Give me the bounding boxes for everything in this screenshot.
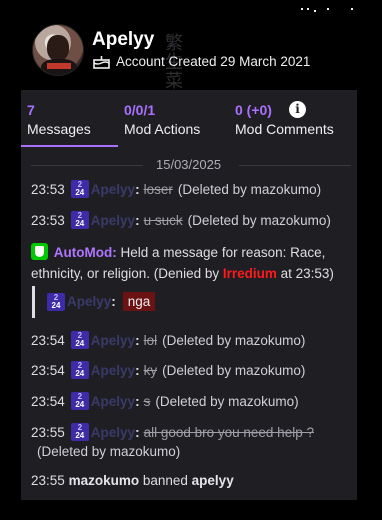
chat-message[interactable]: 23:53 2 24 Apelyy: u suck (Deleted by maz… — [31, 211, 331, 229]
chat-message[interactable]: 23:54 2 24 Apelyy: ky (Deleted by mazokum… — [31, 361, 305, 379]
deleted-message-text: all good bro you need help ? — [143, 424, 314, 440]
automod-message: AutoMod: Held a message for reason: Race… — [31, 242, 347, 284]
deleted-note: (Deleted by mazokumo) — [177, 181, 322, 197]
chat-message[interactable]: 23:54 2 24 Apelyy: s (Deleted by mazokumo… — [31, 392, 299, 410]
deleted-message-text: ky — [143, 362, 158, 378]
deleted-note: (Deleted by mazokumo) — [187, 212, 331, 228]
ban-notice: 23:55 mazokumo banned apelyy — [31, 473, 234, 488]
automod-shield-icon — [31, 243, 48, 260]
mod-comments-label: Mod Comments — [235, 121, 334, 137]
sub-badge-icon: 2 24 — [70, 331, 89, 349]
chat-message[interactable]: 23:55 2 24 Apelyy: all good bro you need … — [31, 423, 319, 441]
date-divider: 15/03/2025 — [31, 156, 351, 174]
sub-badge-icon: 2 24 — [70, 361, 89, 379]
date-label: 15/03/2025 — [156, 157, 222, 172]
corner-marks — [297, 8, 357, 14]
mod-comments-count: 0 (+0) — [235, 102, 272, 118]
message-username[interactable]: Apelyy — [91, 425, 135, 440]
messages-count: 7 — [27, 102, 35, 118]
message-username[interactable]: Apelyy — [91, 363, 135, 378]
chat-message[interactable]: 23:54 2 24 Apelyy: lol (Deleted by mazoku… — [31, 331, 305, 349]
deleted-message-text: lol — [143, 332, 158, 348]
held-message: 2 24 Apelyy: nga — [47, 292, 156, 311]
tab-messages[interactable]: 7 Messages — [21, 102, 118, 147]
automod-time-text: at 23:53) — [280, 266, 334, 281]
user-card: 繁 生 菜 王 是 石 Apelyy Account Created 29 Ma… — [0, 0, 382, 520]
sub-badge-icon: 2 24 — [47, 292, 65, 311]
ban-moderator[interactable]: mazokumo — [69, 473, 140, 488]
deleted-note: (Deleted by mazokumo) — [162, 332, 306, 348]
ban-target[interactable]: apelyy — [192, 473, 234, 488]
message-timestamp: 23:54 — [31, 393, 65, 409]
deleted-note: (Deleted by mazokumo) — [162, 362, 306, 378]
user-logs-panel: 7 Messages 0/0/1 Mod Actions 0 (+0) Mod … — [21, 90, 357, 500]
message-timestamp: 23:54 — [31, 332, 65, 348]
message-timestamp: 23:54 — [31, 362, 65, 378]
deleted-message-text: u suck — [143, 212, 183, 228]
stats-tabs: 7 Messages 0/0/1 Mod Actions 0 (+0) Mod … — [21, 90, 357, 147]
message-username[interactable]: Apelyy — [91, 213, 135, 228]
account-created-text: Account Created 29 March 2021 — [116, 54, 311, 69]
message-timestamp: 23:53 — [31, 181, 65, 197]
message-timestamp: 23:53 — [31, 212, 65, 228]
sub-badge-icon: 2 24 — [70, 211, 89, 229]
account-created: Account Created 29 March 2021 — [93, 54, 310, 69]
ban-timestamp: 23:55 — [31, 473, 65, 488]
held-message-text: nga — [122, 292, 156, 311]
mod-actions-label: Mod Actions — [124, 121, 201, 137]
sub-badge-icon: 2 24 — [70, 392, 89, 410]
messages-label: Messages — [27, 121, 91, 137]
message-timestamp: 23:55 — [31, 424, 65, 440]
deleted-note: (Deleted by mazokumo) — [37, 444, 181, 459]
held-message-bar — [32, 286, 35, 318]
username[interactable]: Apelyy — [92, 29, 154, 51]
sub-badge-icon: 2 24 — [70, 180, 89, 198]
denying-moderator[interactable]: Irredium — [223, 266, 277, 281]
message-username[interactable]: Apelyy — [91, 333, 135, 348]
user-card-header: 繁 生 菜 王 是 石 Apelyy Account Created 29 Ma… — [0, 0, 382, 148]
ban-action: banned — [142, 473, 188, 488]
deleted-note: (Deleted by mazokumo) — [155, 393, 299, 409]
mod-actions-count: 0/0/1 — [124, 102, 156, 118]
tab-mod-actions[interactable]: 0/0/1 Mod Actions — [124, 102, 200, 137]
tab-mod-comments[interactable]: 0 (+0) Mod Comments — [235, 102, 334, 137]
active-tab-indicator — [21, 145, 118, 147]
info-icon[interactable]: i — [289, 101, 306, 118]
sub-badge-icon: 2 24 — [70, 423, 89, 441]
chat-message[interactable]: 23:53 2 24 Apelyy: loser (Deleted by mazo… — [31, 180, 321, 198]
deleted-message-text: loser — [143, 181, 173, 197]
held-username[interactable]: Apelyy — [67, 294, 111, 309]
message-username[interactable]: Apelyy — [91, 182, 135, 197]
message-username[interactable]: Apelyy — [91, 394, 135, 409]
automod-name: AutoMod: — [53, 245, 117, 260]
cake-icon — [93, 56, 110, 69]
deleted-message-text: s — [143, 393, 151, 409]
deleted-note-line: (Deleted by mazokumo) — [37, 444, 180, 459]
avatar[interactable] — [32, 24, 84, 76]
